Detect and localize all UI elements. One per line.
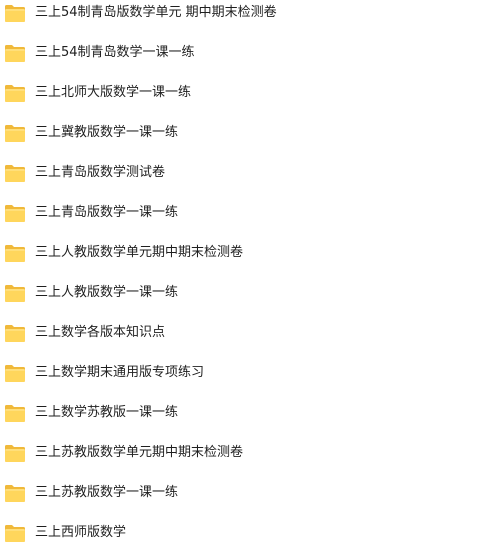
folder-name: 三上西师版数学 — [35, 525, 127, 540]
folder-item[interactable]: 三上西师版数学 — [0, 518, 480, 544]
folder-item[interactable]: 三上数学期末通用版专项练习 — [0, 358, 480, 388]
folder-icon — [4, 243, 26, 263]
folder-icon — [4, 163, 26, 183]
folder-name: 三上人教版数学单元期中期末检测卷 — [35, 245, 244, 260]
folder-name: 三上北师大版数学一课一练 — [35, 85, 192, 100]
folder-icon — [4, 203, 26, 223]
folder-name: 三上数学各版本知识点 — [35, 325, 166, 340]
folder-item[interactable]: 三上54制青岛版数学单元 期中期末检测卷 — [0, 0, 480, 28]
folder-name: 三上数学苏教版一课一练 — [35, 405, 179, 420]
folder-name: 三上54制青岛数学一课一练 — [35, 45, 195, 60]
folder-item[interactable]: 三上青岛版数学测试卷 — [0, 158, 480, 188]
folder-icon — [4, 43, 26, 63]
folder-icon — [4, 443, 26, 463]
folder-name: 三上冀教版数学一课一练 — [35, 125, 179, 140]
folder-icon — [4, 283, 26, 303]
folder-name: 三上青岛版数学一课一练 — [35, 205, 179, 220]
folder-item[interactable]: 三上苏教版数学单元期中期末检测卷 — [0, 438, 480, 468]
folder-item[interactable]: 三上苏教版数学一课一练 — [0, 478, 480, 508]
folder-item[interactable]: 三上人教版数学一课一练 — [0, 278, 480, 308]
folder-icon — [4, 363, 26, 383]
folder-icon — [4, 403, 26, 423]
folder-icon — [4, 83, 26, 103]
folder-name: 三上苏教版数学单元期中期末检测卷 — [35, 445, 244, 460]
folder-icon — [4, 3, 26, 23]
folder-item[interactable]: 三上北师大版数学一课一练 — [0, 78, 480, 108]
folder-item[interactable]: 三上数学苏教版一课一练 — [0, 398, 480, 428]
folder-item[interactable]: 三上冀教版数学一课一练 — [0, 118, 480, 148]
folder-list: 三上54制青岛版数学单元 期中期末检测卷 三上54制青岛数学一课一练 三上北师大… — [0, 0, 480, 544]
folder-name: 三上数学期末通用版专项练习 — [35, 365, 205, 380]
folder-name: 三上苏教版数学一课一练 — [35, 485, 179, 500]
folder-name: 三上青岛版数学测试卷 — [35, 165, 166, 180]
folder-item[interactable]: 三上青岛版数学一课一练 — [0, 198, 480, 228]
folder-icon — [4, 323, 26, 343]
folder-item[interactable]: 三上数学各版本知识点 — [0, 318, 480, 348]
folder-icon — [4, 483, 26, 503]
folder-item[interactable]: 三上人教版数学单元期中期末检测卷 — [0, 238, 480, 268]
folder-icon — [4, 123, 26, 143]
folder-name: 三上人教版数学一课一练 — [35, 285, 179, 300]
folder-icon — [4, 523, 26, 543]
folder-item[interactable]: 三上54制青岛数学一课一练 — [0, 38, 480, 68]
folder-name: 三上54制青岛版数学单元 期中期末检测卷 — [35, 5, 277, 20]
